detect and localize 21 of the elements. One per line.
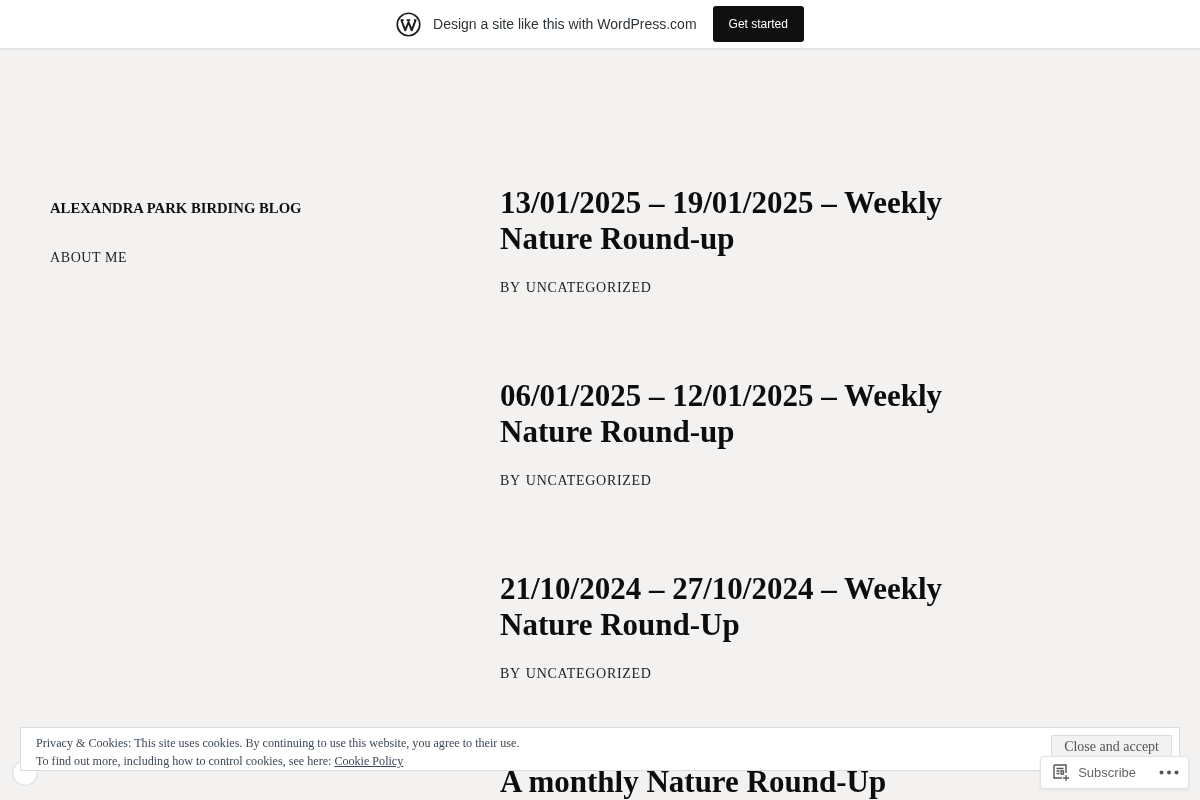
post-title[interactable]: 21/10/2024 – 27/10/2024 – Weekly Nature Round-Up <box>500 571 1000 643</box>
category-link[interactable]: UNCATEGORIZED <box>525 665 652 683</box>
promo-text: Design a site like this with WordPress.com <box>433 16 697 32</box>
wordpress-logo-icon <box>396 11 422 37</box>
post-title[interactable]: 06/01/2025 – 12/01/2025 – Weekly Nature Round-up <box>500 378 1000 450</box>
byline-text: BY <box>500 279 521 297</box>
cookie-policy-link[interactable]: Cookie Policy <box>334 754 404 768</box>
post-title[interactable]: 13/01/2025 – 19/01/2025 – Weekly Nature Round-up <box>500 185 1000 257</box>
category-link[interactable]: UNCATEGORIZED <box>525 472 652 490</box>
category-link[interactable]: UNCATEGORIZED <box>525 279 652 297</box>
nav-link[interactable]: ABOUT ME <box>50 249 128 267</box>
cookie-notice-text: Privacy & Cookies: This site uses cookies. By continuing to use this website, you agree to their use. <box>36 735 520 752</box>
more-icon[interactable] <box>1159 770 1179 775</box>
subscribe-button[interactable]: Subscribe <box>1053 764 1136 781</box>
subscribe-icon <box>1053 764 1071 781</box>
get-started-button[interactable]: Get started <box>712 6 804 42</box>
byline-text: BY <box>500 472 521 490</box>
close-and-accept-button[interactable]: Close and accept <box>1051 735 1172 756</box>
cookie-info-text: To find out more, including how to control cookies, see here: Cookie Policy <box>36 753 405 770</box>
byline-text: BY <box>500 665 521 683</box>
site-title[interactable]: ALEXANDRA PARK BIRDING BLOG <box>50 198 302 218</box>
